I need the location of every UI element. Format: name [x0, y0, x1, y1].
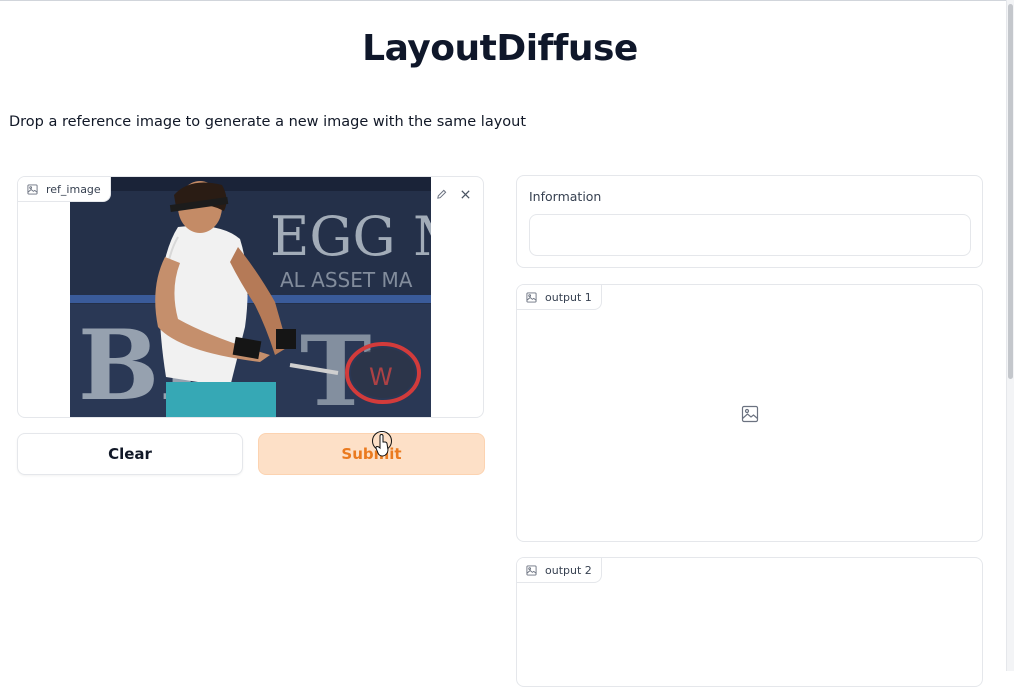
close-icon[interactable]: [457, 186, 473, 202]
page-title: LayoutDiffuse: [362, 28, 638, 69]
svg-text:W: W: [369, 363, 393, 391]
ref-image-label: ref_image: [46, 182, 101, 196]
page-description: Drop a reference image to generate a new…: [9, 114, 527, 130]
output-2-label-tag: output 2: [517, 558, 602, 583]
scrollbar-thumb[interactable]: [1008, 4, 1013, 379]
information-textbox[interactable]: [529, 214, 971, 256]
scrollbar[interactable]: [1006, 0, 1014, 671]
output-2-label: output 2: [545, 563, 592, 577]
clear-button[interactable]: Clear: [17, 433, 243, 475]
image-icon: [526, 291, 537, 303]
svg-text:AL ASSET MA: AL ASSET MA: [280, 268, 413, 292]
mouse-cursor-icon: [372, 431, 392, 457]
top-border: [0, 0, 1006, 1]
image-icon: [27, 183, 38, 195]
svg-text:EGG M: EGG M: [270, 205, 431, 268]
ref-image-photo: EGG M AL ASSET MA BL T W: [70, 177, 431, 417]
image-icon: [526, 564, 537, 576]
output-2-panel: output 2: [516, 557, 983, 687]
output-1-label: output 1: [545, 290, 592, 304]
output-1-label-tag: output 1: [517, 285, 602, 310]
edit-icon[interactable]: [433, 186, 449, 202]
information-panel: Information: [516, 175, 983, 268]
image-placeholder-icon: [741, 405, 759, 423]
ref-image-label-tag: ref_image: [18, 177, 111, 202]
output-1-panel: output 1: [516, 284, 983, 542]
information-label: Information: [529, 189, 602, 204]
ref-image-panel[interactable]: ref_image EGG M AL ASSET MA BL T: [17, 176, 484, 418]
